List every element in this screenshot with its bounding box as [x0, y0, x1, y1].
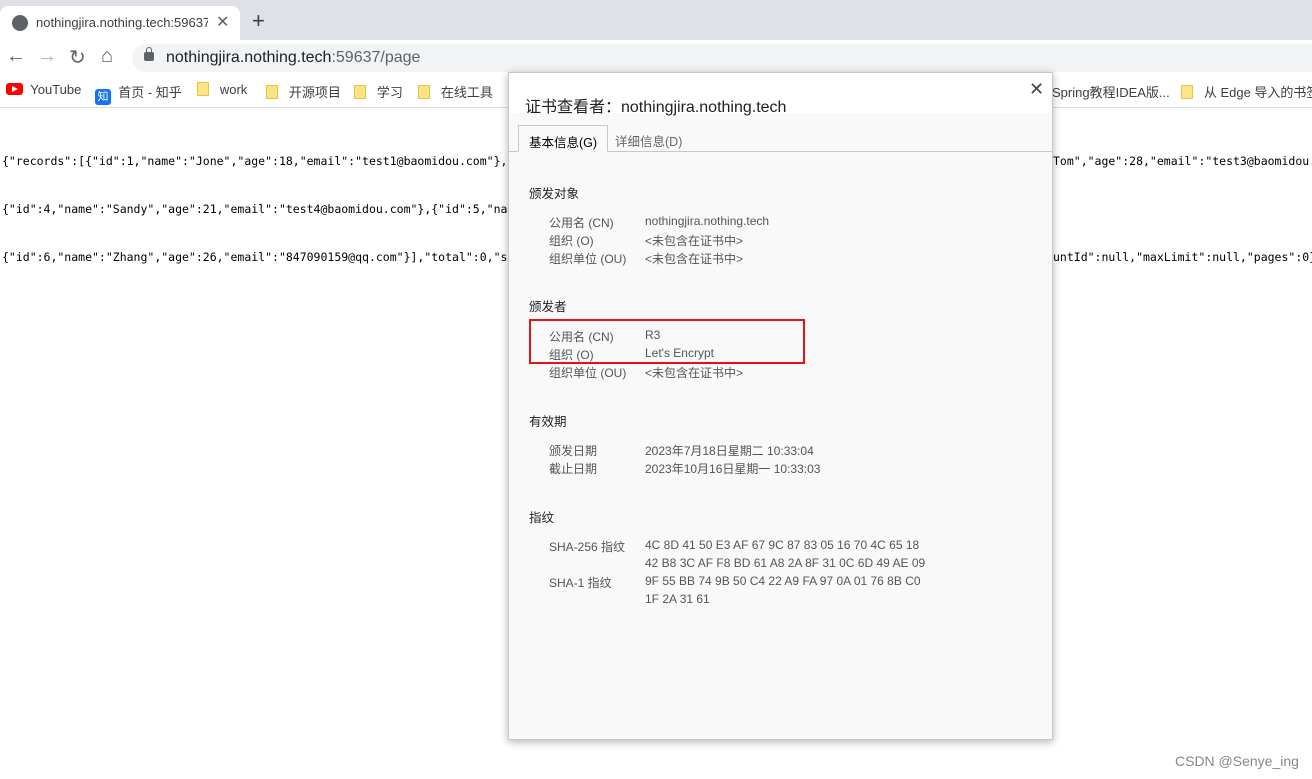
reload-button[interactable]: ↻ [69, 45, 86, 70]
json-content-left: {"records":[{"id":1,"name":"Jone","age":… [2, 121, 507, 281]
folder-icon [418, 85, 430, 99]
field-label: 组织 (O) [549, 234, 594, 248]
forward-button[interactable]: → [37, 45, 57, 68]
folder-icon [354, 85, 366, 99]
field-label: 颁发日期 [549, 444, 598, 458]
json-line: Tom","age":28,"email":"test3@baomidou. [1053, 154, 1312, 168]
section-fingerprints: 指纹 [529, 511, 555, 525]
section-issuer: 颁发者 [529, 300, 567, 314]
field-label: 公用名 (CN) [549, 216, 614, 230]
json-line: untId":null,"maxLimit":null,"pages":0} [1053, 250, 1312, 264]
browser-tab[interactable]: nothingjira.nothing.tech:59637/page ✕ [0, 6, 240, 40]
sha256-line: 42 B8 3C AF F8 BD 61 A8 2A 8F 31 0C 6D 4… [645, 556, 926, 570]
sha256-line: 4C 8D 41 50 E3 AF 67 9C 87 83 05 16 70 4… [645, 538, 920, 552]
bookmark-youtube[interactable]: YouTube [6, 82, 81, 97]
folder-icon [266, 85, 278, 99]
bookmark-zhihu[interactable]: 知 首页 - 知乎 [95, 82, 182, 105]
field-value: nothingjira.nothing.tech [645, 214, 770, 228]
folder-icon [1181, 85, 1193, 99]
url-path: :59637/page [331, 49, 421, 66]
bookmark-open-source[interactable]: 开源项目 [266, 82, 341, 101]
youtube-icon [6, 83, 23, 95]
dialog-title: 证书查看者：nothingjira.nothing.tech [525, 99, 787, 116]
json-line [1053, 201, 1312, 217]
json-content-right: Tom","age":28,"email":"test3@baomidou. u… [1053, 121, 1312, 281]
json-line: {"id":6,"name":"Zhang","age":26,"email":… [2, 250, 508, 264]
url-text[interactable]: nothingjira.nothing.tech:59637/page [166, 49, 420, 67]
bookmark-label: Spring教程IDEA版... [1052, 85, 1170, 100]
bookmark-label: 学习 [376, 85, 403, 100]
json-line: {"id":4,"name":"Sandy","age":21,"email":… [2, 202, 508, 216]
field-value: 2023年7月18日星期二 10:33:04 [645, 444, 814, 458]
field-value: 2023年10月16日星期一 10:33:03 [645, 462, 821, 476]
globe-icon [12, 15, 28, 31]
field-value: <未包含在证书中> [645, 366, 744, 380]
bookmark-spring[interactable]: Spring教程IDEA版... [1052, 82, 1170, 101]
toolbar: ← → ↻ ⌂ nothingjira.nothing.tech:59637/p… [0, 40, 1312, 76]
close-icon[interactable]: ✕ [1029, 79, 1044, 100]
field-label: 截止日期 [549, 462, 598, 476]
bookmark-edge-import[interactable]: 从 Edge 导入的书签 [1181, 82, 1312, 101]
field-value: <未包含在证书中> [645, 234, 744, 248]
sha1-line: 9F 55 BB 74 9B 50 C4 22 A9 FA 97 0A 01 7… [645, 574, 921, 588]
highlight-box [529, 319, 805, 364]
home-button[interactable]: ⌂ [101, 45, 113, 68]
bookmark-work[interactable]: work [197, 82, 247, 97]
field-label: 组织单位 (OU) [549, 366, 627, 380]
bookmark-study[interactable]: 学习 [354, 82, 403, 101]
section-validity: 有效期 [529, 415, 567, 429]
tab-details[interactable]: 详细信息(D) [605, 125, 692, 152]
back-button[interactable]: ← [6, 45, 26, 68]
bookmark-label: 首页 - 知乎 [118, 85, 182, 100]
bookmark-label: 开源项目 [288, 85, 341, 100]
close-tab-icon[interactable]: ✕ [216, 12, 229, 32]
zhihu-icon: 知 [95, 89, 111, 105]
json-line: {"records":[{"id":1,"name":"Jone","age":… [2, 154, 508, 168]
bookmark-label: 从 Edge 导入的书签 [1203, 85, 1312, 100]
bookmark-online-tools[interactable]: 在线工具 [418, 82, 493, 101]
bookmark-label: YouTube [30, 82, 82, 97]
tab-general[interactable]: 基本信息(G) [518, 125, 609, 152]
new-tab-button[interactable]: + [252, 8, 265, 34]
field-value: <未包含在证书中> [645, 252, 744, 266]
url-host: nothingjira.nothing.tech [166, 49, 332, 66]
field-label: SHA-256 指纹 [549, 540, 626, 554]
folder-icon [197, 82, 209, 96]
certificate-viewer-dialog: 证书查看者：nothingjira.nothing.tech ✕ 基本信息(G)… [508, 72, 1053, 740]
field-label: 组织单位 (OU) [549, 252, 627, 266]
section-subject: 颁发对象 [529, 187, 580, 201]
watermark: CSDN @Senye_ing [1175, 753, 1299, 769]
address-bar[interactable]: nothingjira.nothing.tech:59637/page [132, 44, 1312, 72]
tab-title: nothingjira.nothing.tech:59637/page [36, 15, 208, 30]
field-label: SHA-1 指纹 [549, 576, 612, 590]
lock-icon[interactable] [144, 47, 154, 61]
bookmark-label: 在线工具 [440, 85, 493, 100]
sha1-line: 1F 2A 31 61 [645, 592, 710, 606]
bookmark-label: work [219, 82, 248, 97]
tab-strip: nothingjira.nothing.tech:59637/page ✕ + [0, 0, 1312, 40]
